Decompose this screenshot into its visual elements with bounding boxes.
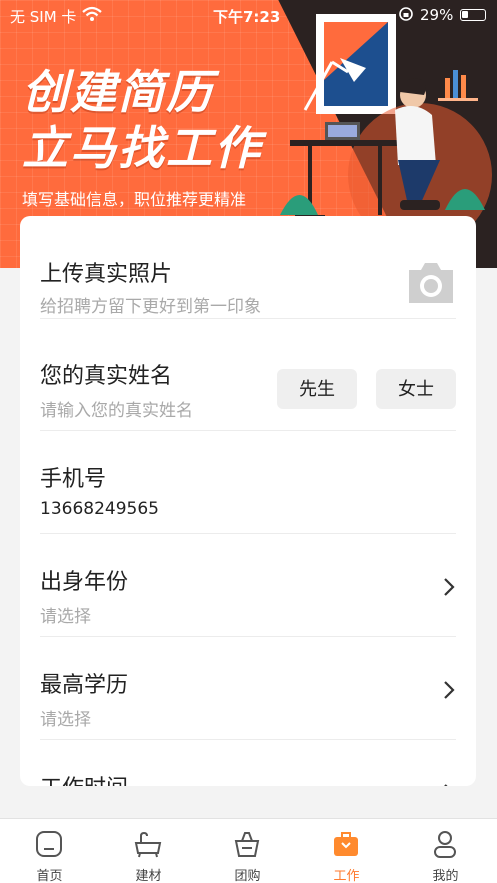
tab-jobs[interactable]: 工作 (297, 819, 396, 883)
chevron-right-icon (444, 784, 448, 786)
resume-form-card: 上传真实照片 给招聘方留下更好到第一印象 您的真实姓名 请输入您的真实姓名 先生… (20, 216, 476, 786)
work-time-title: 工作时间 (40, 770, 128, 786)
hero-subtitle: 填写基础信息，职位推荐更精准 (22, 190, 247, 209)
photo-hint: 给招聘方留下更好到第一印象 (40, 297, 261, 317)
education-value: 请选择 (40, 710, 91, 730)
tab-home-label: 首页 (36, 869, 63, 883)
tab-group-buy[interactable]: 团购 (198, 819, 297, 883)
phone-value[interactable]: 13668249565 (40, 499, 159, 519)
name-input[interactable]: 请输入您的真实姓名 (40, 396, 193, 421)
work-time-row[interactable]: 工作时间 (40, 740, 456, 786)
chevron-right-icon (444, 578, 455, 596)
name-title: 您的真实姓名 (40, 364, 173, 389)
wifi-icon (82, 6, 102, 21)
education-title: 最高学历 (40, 673, 129, 698)
name-row: 您的真实姓名 请输入您的真实姓名 先生 女士 (40, 328, 456, 431)
birth-year-value: 请选择 (40, 607, 91, 627)
status-time: 下午7:23 (213, 8, 281, 26)
carrier-label: 无 SIM 卡 (10, 8, 77, 26)
status-bar: 无 SIM 卡 下午7:23 29% (0, 0, 497, 30)
birth-year-row[interactable]: 出身年份 请选择 (40, 534, 456, 637)
home-icon (36, 831, 62, 857)
birth-year-title: 出身年份 (40, 570, 129, 595)
education-row[interactable]: 最高学历 请选择 (40, 637, 456, 740)
photo-title: 上传真实照片 (40, 262, 173, 287)
tab-profile[interactable]: 我的 (396, 819, 495, 883)
tab-group-buy-label: 团购 (234, 869, 261, 883)
bathtub-icon (134, 831, 162, 858)
orientation-lock-icon (399, 7, 413, 21)
tab-materials[interactable]: 建材 (99, 819, 198, 883)
camera-icon[interactable] (406, 258, 456, 308)
tab-profile-label: 我的 (432, 869, 459, 883)
gender-male-button[interactable]: 先生 (277, 369, 357, 409)
tab-home[interactable]: 首页 (0, 819, 99, 883)
bottom-tab-bar: 首页 建材 团购 工作 我的 (0, 818, 497, 883)
phone-title: 手机号 (40, 467, 107, 492)
photo-upload-row[interactable]: 上传真实照片 给招聘方留下更好到第一印象 (40, 216, 456, 319)
person-icon (434, 831, 456, 858)
battery-icon (460, 9, 486, 21)
briefcase-icon (334, 832, 358, 856)
phone-row[interactable]: 手机号 13668249565 (40, 431, 456, 534)
tab-materials-label: 建材 (135, 869, 162, 883)
battery-percent: 29% (420, 6, 454, 24)
gender-female-button[interactable]: 女士 (376, 369, 456, 409)
chevron-right-icon (444, 681, 455, 699)
basket-icon (234, 832, 260, 857)
tab-jobs-label: 工作 (333, 869, 360, 883)
hero-title-line2: 立马找工作 (22, 121, 262, 175)
